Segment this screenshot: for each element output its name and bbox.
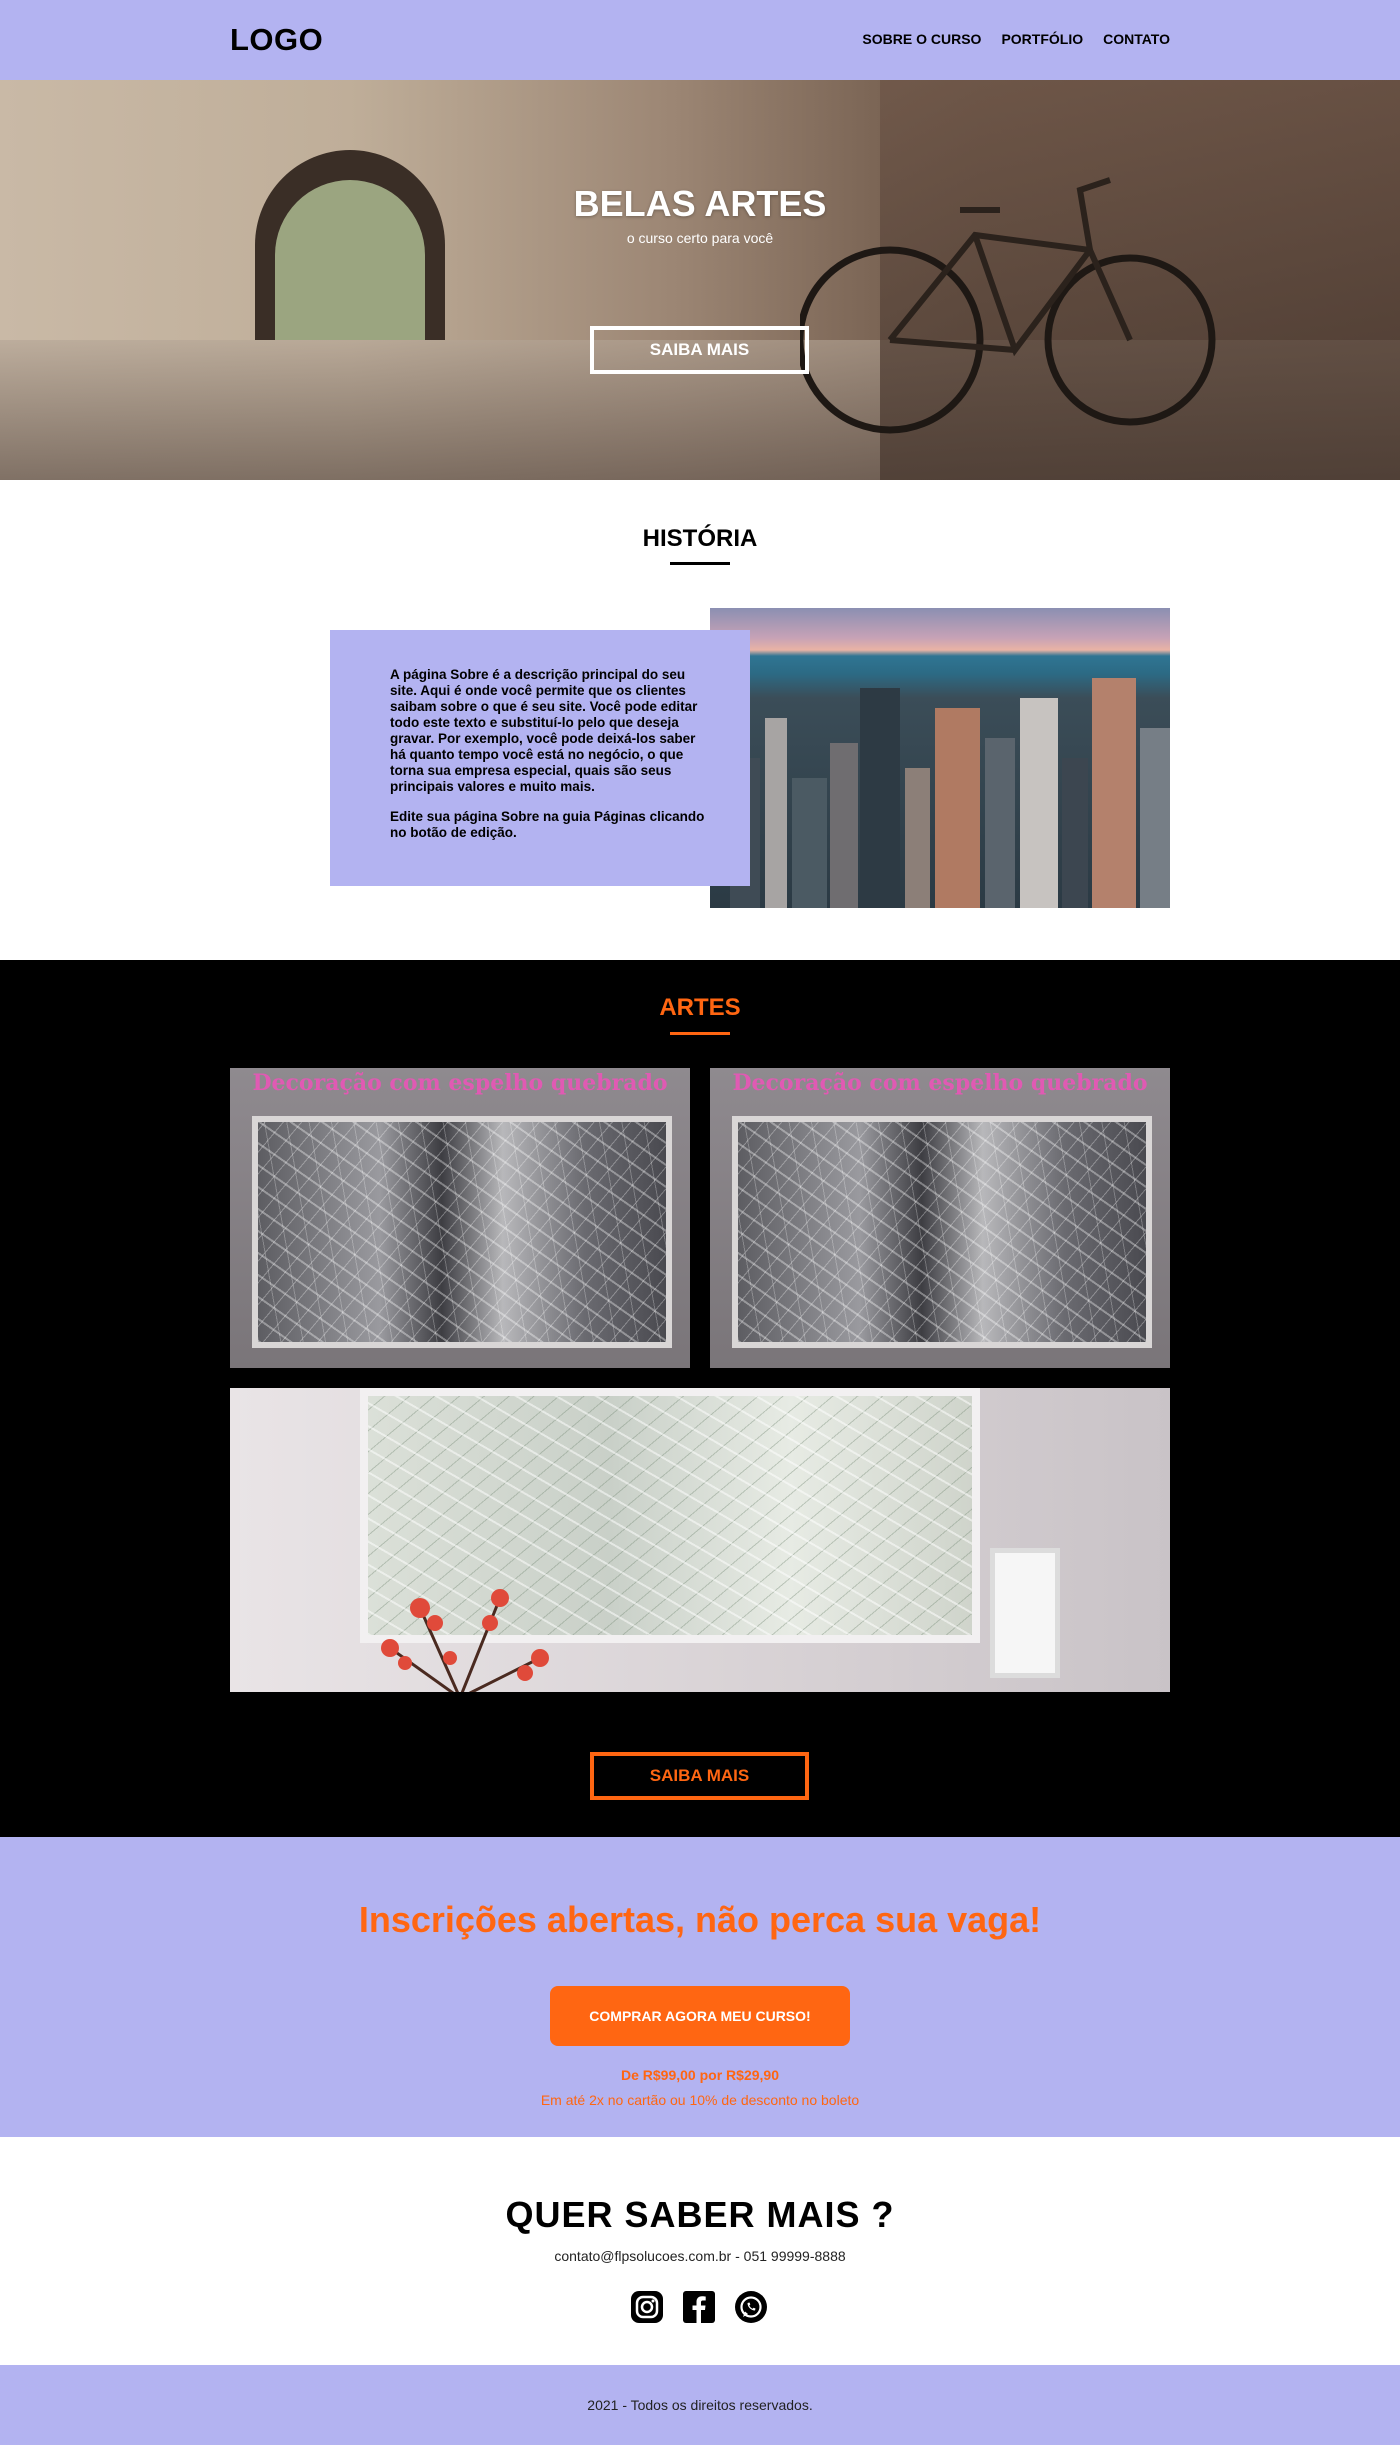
art-caption-1: Decoração com espelho quebrado <box>252 1070 668 1096</box>
nav-sobre-o-curso[interactable]: SOBRE O CURSO <box>862 31 981 47</box>
contact-title: QUER SABER MAIS ? <box>505 2194 895 2235</box>
broken-mirror-image <box>252 1116 672 1348</box>
art-image-wide[interactable] <box>230 1388 1170 1692</box>
facebook-icon[interactable] <box>682 2290 716 2324</box>
city-skyline-image <box>710 608 1170 908</box>
contact-info: contato@flpsolucoes.com.br - 051 99999-8… <box>554 2248 846 2264</box>
art-image-2[interactable]: Decoração com espelho quebrado <box>710 1068 1170 1368</box>
historia-title: HISTÓRIA <box>642 525 758 552</box>
instagram-icon[interactable] <box>630 2290 664 2324</box>
artes-title: ARTES <box>659 994 741 1021</box>
inscricoes-title: Inscrições abertas, não perca sua vaga! <box>358 1899 1042 1940</box>
hero-saiba-mais-button[interactable]: SAIBA MAIS <box>590 326 809 374</box>
social-links <box>630 2290 768 2324</box>
about-text-box: A página Sobre é a descrição principal d… <box>330 630 750 886</box>
copyright-text: 2021 - Todos os direitos reservados. <box>587 2397 813 2413</box>
art-image-1[interactable]: Decoração com espelho quebrado <box>230 1068 690 1368</box>
main-nav: SOBRE O CURSO PORTFÓLIO CONTATO <box>862 31 1170 47</box>
hero-banner: BELAS ARTES o curso certo para você SAIB… <box>0 80 1400 480</box>
art-caption-2: Decoração com espelho quebrado <box>732 1070 1148 1096</box>
artes-divider <box>670 1032 730 1035</box>
whatsapp-icon[interactable] <box>734 2290 768 2324</box>
flowers-image <box>381 1589 549 1692</box>
nav-portfolio[interactable]: PORTFÓLIO <box>1001 31 1083 47</box>
logo[interactable]: LOGO <box>230 22 323 58</box>
nav-contato[interactable]: CONTATO <box>1103 31 1170 47</box>
buy-course-button[interactable]: COMPRAR AGORA MEU CURSO! <box>550 1986 850 2046</box>
artes-section: ARTES Decoração com espelho quebrado Dec… <box>0 960 1400 1837</box>
payment-note: Em até 2x no cartão ou 10% de desconto n… <box>540 2092 860 2108</box>
broken-mirror-image <box>732 1116 1152 1348</box>
hero-subtitle: o curso certo para você <box>626 230 774 246</box>
window-image <box>990 1548 1060 1678</box>
historia-divider <box>670 562 730 565</box>
site-footer: 2021 - Todos os direitos reservados. <box>0 2365 1400 2445</box>
site-header: LOGO SOBRE O CURSO PORTFÓLIO CONTATO <box>0 0 1400 80</box>
about-paragraph-2: Edite sua página Sobre na guia Páginas c… <box>390 809 705 840</box>
hero-title: BELAS ARTES <box>573 183 827 224</box>
inscricoes-section: Inscrições abertas, não perca sua vaga! … <box>0 1837 1400 2137</box>
about-paragraph-1: A página Sobre é a descrição principal d… <box>390 667 698 794</box>
price-text: De R$99,00 por R$29,90 <box>621 2067 779 2083</box>
artes-saiba-mais-button[interactable]: SAIBA MAIS <box>590 1752 809 1800</box>
